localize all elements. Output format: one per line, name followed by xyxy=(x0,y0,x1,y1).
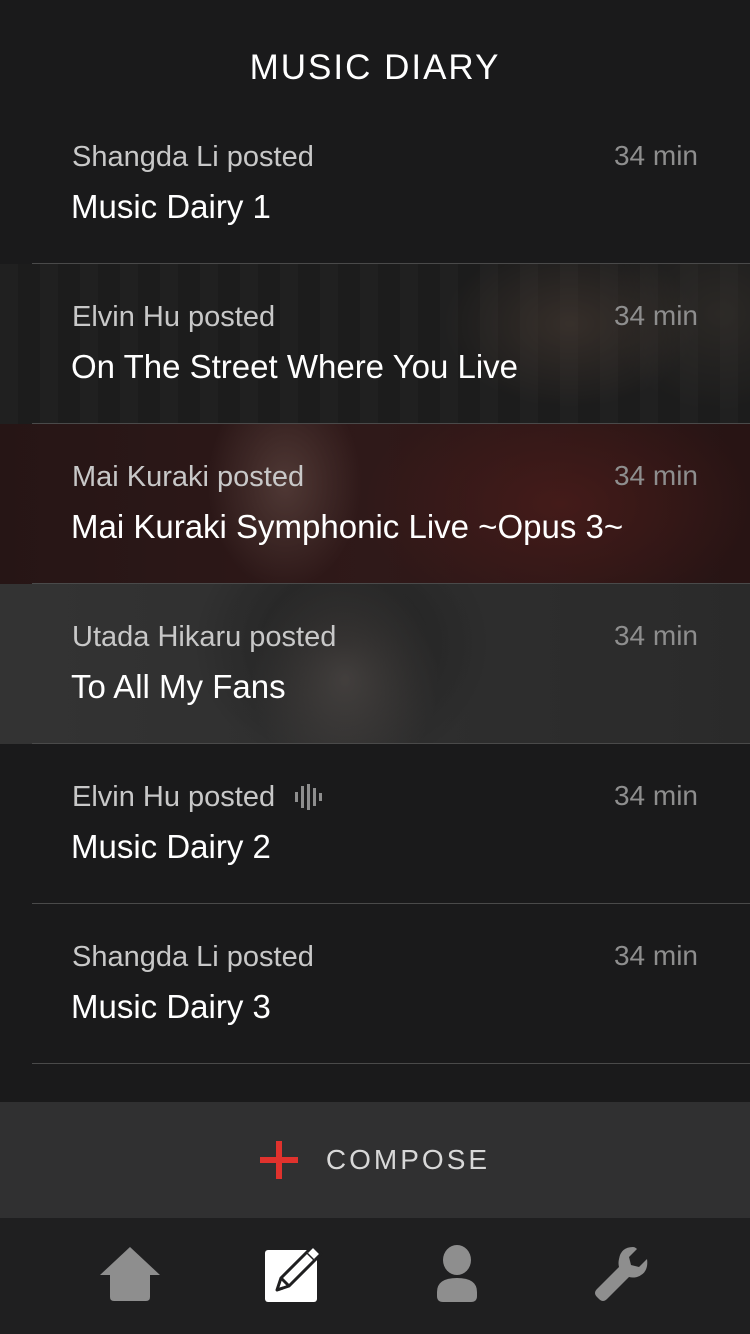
post-title: Music Dairy 3 xyxy=(71,988,271,1025)
post-author: Elvin Hu posted xyxy=(72,300,276,333)
home-icon xyxy=(98,1245,162,1308)
post-timestamp: 34 min xyxy=(613,940,698,971)
diary-post[interactable]: Mai Kuraki posted 34 min Mai Kuraki Symp… xyxy=(0,424,750,584)
post-content: Shangda Li posted 34 min Music Dairy 3 xyxy=(0,904,750,1064)
tab-settings[interactable] xyxy=(580,1236,660,1316)
diary-post[interactable]: Shangda Li posted 34 min Music Dairy 1 xyxy=(0,104,750,264)
post-title: On The Street Where You Live xyxy=(71,348,518,385)
diary-feed[interactable]: Shangda Li posted 34 min Music Dairy 1 E… xyxy=(0,104,750,1064)
post-author-line: Utada Hikaru posted xyxy=(72,620,336,654)
divider xyxy=(32,423,750,424)
divider xyxy=(32,1063,750,1064)
post-author: Shangda Li posted xyxy=(72,940,314,973)
wrench-icon xyxy=(591,1245,649,1308)
diary-post[interactable]: Utada Hikaru posted 34 min To All My Fan… xyxy=(0,584,750,744)
compose-button[interactable]: COMPOSE xyxy=(0,1102,750,1218)
tab-profile[interactable] xyxy=(417,1236,497,1316)
post-content: Elvin Hu posted 34 min On The Street Whe… xyxy=(0,264,750,424)
compose-icon xyxy=(263,1244,323,1309)
post-author: Mai Kuraki posted xyxy=(72,460,305,493)
diary-post[interactable]: Elvin Hu posted 34 min On The Street Whe… xyxy=(0,264,750,424)
plus-icon xyxy=(259,1141,298,1179)
post-title: Mai Kuraki Symphonic Live ~Opus 3~ xyxy=(71,508,624,545)
diary-post[interactable]: Elvin Hu posted 34 min Music Dairy 2 xyxy=(0,744,750,904)
post-author-line: Shangda Li posted xyxy=(72,940,314,974)
post-timestamp: 34 min xyxy=(613,460,698,491)
post-author: Elvin Hu posted xyxy=(72,780,276,813)
header: MUSIC DIARY xyxy=(0,0,750,104)
compose-label: COMPOSE xyxy=(325,1144,491,1175)
app-screen: MUSIC DIARY Shangda Li posted 34 min Mus… xyxy=(0,0,750,1334)
post-timestamp: 34 min xyxy=(613,140,698,171)
post-author: Utada Hikaru posted xyxy=(72,620,337,653)
tab-bar xyxy=(0,1218,750,1334)
post-timestamp: 34 min xyxy=(613,300,698,331)
divider xyxy=(32,743,750,744)
tab-compose[interactable] xyxy=(253,1236,333,1316)
post-author: Shangda Li posted xyxy=(72,140,314,173)
profile-icon xyxy=(435,1244,479,1309)
divider xyxy=(32,263,750,264)
post-title: To All My Fans xyxy=(71,668,286,705)
diary-post[interactable]: Shangda Li posted 34 min Music Dairy 3 xyxy=(0,904,750,1064)
post-content: Elvin Hu posted 34 min Music Dairy 2 xyxy=(0,744,750,904)
post-timestamp: 34 min xyxy=(613,780,698,811)
post-content: Mai Kuraki posted 34 min Mai Kuraki Symp… xyxy=(0,424,750,584)
post-author-line: Shangda Li posted xyxy=(72,140,314,174)
post-timestamp: 34 min xyxy=(613,620,698,651)
divider xyxy=(32,583,750,584)
post-author-line: Elvin Hu posted xyxy=(72,780,323,814)
divider xyxy=(32,903,750,904)
post-author-line: Mai Kuraki posted xyxy=(72,460,304,494)
post-content: Utada Hikaru posted 34 min To All My Fan… xyxy=(0,584,750,744)
tab-home[interactable] xyxy=(90,1236,170,1316)
post-title: Music Dairy 1 xyxy=(71,188,271,225)
post-author-line: Elvin Hu posted xyxy=(72,300,275,334)
page-title: MUSIC DIARY xyxy=(249,48,501,87)
audio-waveform-icon xyxy=(295,784,323,810)
post-title: Music Dairy 2 xyxy=(71,828,271,865)
post-content: Shangda Li posted 34 min Music Dairy 1 xyxy=(0,104,750,264)
